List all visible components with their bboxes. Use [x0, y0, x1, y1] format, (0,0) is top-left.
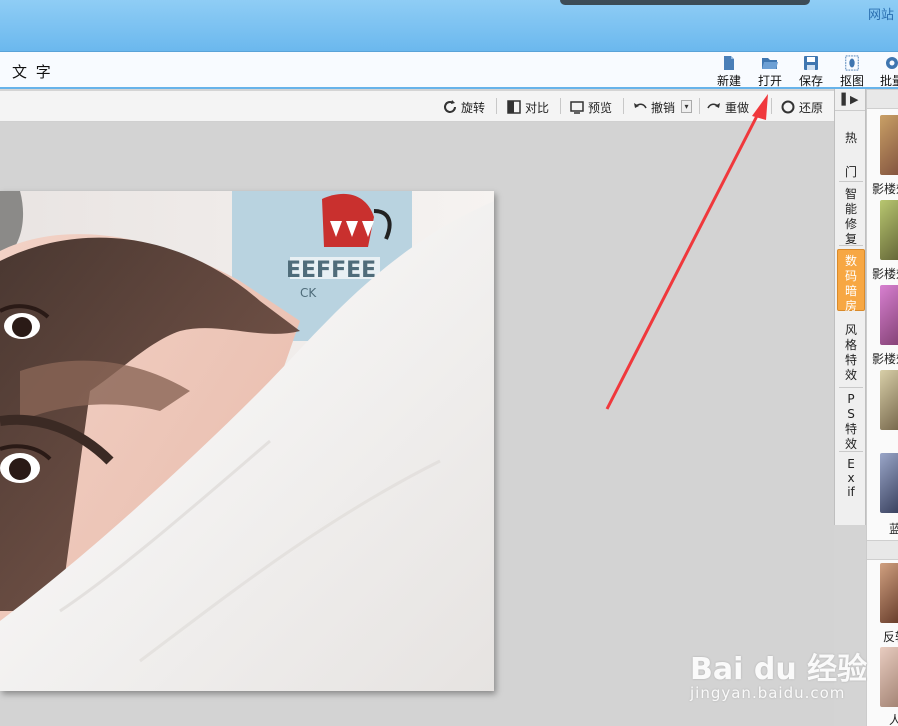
- tab-divider: [839, 245, 863, 246]
- restore-icon: [781, 100, 795, 114]
- new-button[interactable]: 新建: [709, 55, 749, 88]
- folder-open-icon: [762, 58, 778, 69]
- restore-label: 还原: [799, 100, 824, 115]
- title-corner-text: 网站: [867, 8, 894, 23]
- watermark-logo: Bai du 经验: [690, 652, 868, 687]
- undo-label: 撤销: [651, 100, 676, 115]
- tab-style-effects-label: 风格特效: [844, 323, 857, 382]
- tab-style-effects[interactable]: 风格特效: [837, 323, 865, 385]
- app-window: 网站 文 字 新建 打开 保存 抠图 批量 旋转 对比 预览 撤销 ▾ 重做 还…: [0, 0, 898, 726]
- effect-thumbnail-label: 人: [889, 711, 898, 726]
- svg-text:EEFFEE: EEFFEE: [286, 258, 376, 283]
- tab-digital-darkroom[interactable]: 数码暗房: [837, 249, 865, 313]
- open-button[interactable]: 打开: [750, 55, 790, 88]
- redo-label: 重做: [725, 100, 750, 115]
- category-tab-strip: ▌▶ 热门 智能修复 数码暗房 风格特效 PS特效 Exif: [834, 89, 866, 525]
- redo-button[interactable]: 重做: [706, 97, 749, 117]
- watermark-url: jingyan.baidu.com: [690, 684, 846, 702]
- compare-label: 对比: [525, 100, 550, 115]
- toolbar-divider: [496, 98, 497, 114]
- edit-toolbar: 旋转 对比 预览 撤销 ▾ 重做 还原: [0, 91, 836, 122]
- tab-smart-repair[interactable]: 智能修复: [837, 187, 865, 247]
- toolbar-divider: [771, 98, 772, 114]
- batch-label: 批量: [879, 74, 898, 88]
- baidu-jingyan-watermark: Bai du 经验 jingyan.baidu.com: [690, 630, 890, 710]
- gear-icon: [886, 57, 898, 69]
- tab-divider: [839, 387, 863, 388]
- tab-hot[interactable]: 热门: [837, 121, 865, 179]
- tab-smart-repair-label: 智能修复: [844, 187, 857, 246]
- restore-button[interactable]: 还原: [780, 97, 823, 117]
- save-button[interactable]: 保存: [791, 55, 831, 88]
- redo-icon: [707, 103, 720, 109]
- open-label: 打开: [757, 74, 782, 88]
- effect-thumbnail[interactable]: [880, 200, 898, 260]
- save-label: 保存: [798, 74, 823, 88]
- undo-button[interactable]: 撤销: [632, 97, 675, 117]
- undo-dropdown-icon[interactable]: ▾: [681, 100, 692, 113]
- batch-button[interactable]: 批量: [872, 55, 898, 88]
- effect-thumbnail-label: 蓝: [889, 520, 898, 537]
- effect-thumbnail-label: 影楼效: [872, 352, 898, 366]
- svg-text:CK: CK: [300, 286, 317, 300]
- toolbar-divider: [699, 98, 700, 114]
- effect-thumbnail[interactable]: [880, 563, 898, 623]
- tab-digital-darkroom-label: 数码暗房: [844, 254, 857, 313]
- tab-divider: [839, 181, 863, 182]
- thumbnail-section-header: [867, 540, 898, 560]
- effect-thumbnail-label: 影楼效: [872, 182, 898, 196]
- rotate-icon: [444, 100, 456, 113]
- cutout-label: 抠图: [839, 74, 864, 88]
- tab-divider: [839, 451, 863, 452]
- save-icon: [804, 56, 818, 70]
- effect-thumbnail[interactable]: [880, 453, 898, 513]
- rotate-button[interactable]: 旋转: [442, 97, 485, 117]
- compare-icon: [507, 100, 521, 114]
- effect-thumbnail[interactable]: [880, 285, 898, 345]
- photo-content: EEFFEE CK: [0, 191, 494, 691]
- tab-hot-label: 热门: [844, 131, 857, 179]
- collapse-panel-button[interactable]: ▌▶: [835, 89, 865, 111]
- effect-thumbnail[interactable]: [880, 115, 898, 175]
- tab-exif-label: Exif: [847, 457, 855, 499]
- compare-button[interactable]: 对比: [506, 97, 549, 117]
- new-label: 新建: [716, 74, 741, 88]
- effect-thumbnail-label: 影楼效: [872, 267, 898, 281]
- tab-ps-effects[interactable]: PS特效: [837, 392, 865, 454]
- effect-thumbnail[interactable]: [880, 370, 898, 430]
- rotate-label: 旋转: [461, 100, 486, 115]
- thumbnail-header: [867, 89, 898, 109]
- cutout-icon: [845, 55, 859, 71]
- toolbar-divider: [560, 98, 561, 114]
- tab-ps-effects-label: PS特效: [845, 392, 858, 451]
- menu-item-text[interactable]: 文 字: [12, 61, 53, 82]
- main-toolbar: 文 字 新建 打开 保存 抠图 批量: [0, 52, 898, 89]
- edited-photo: EEFFEE CK: [0, 191, 494, 691]
- cutout-button[interactable]: 抠图: [832, 55, 872, 88]
- toolbar-divider: [623, 98, 624, 114]
- new-file-icon: [724, 56, 734, 70]
- preview-button[interactable]: 预览: [569, 97, 612, 117]
- preview-label: 预览: [588, 100, 613, 115]
- preview-icon: [570, 101, 584, 114]
- undo-icon: [634, 103, 647, 109]
- title-decoration: [560, 0, 810, 5]
- tab-exif[interactable]: Exif: [837, 457, 865, 515]
- title-bar: 网站: [0, 0, 898, 52]
